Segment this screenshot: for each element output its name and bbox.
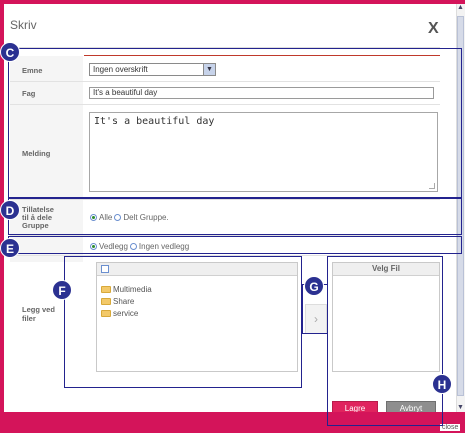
callout-box-d: [8, 198, 462, 235]
close-button[interactable]: X: [428, 20, 439, 38]
files-label: Legg ved filer: [22, 305, 55, 323]
callout-box-e: [8, 236, 462, 254]
callout-marker-d: D: [0, 200, 20, 220]
callout-box-f: [64, 256, 302, 388]
dialog-title: Skriv: [10, 18, 37, 32]
callout-box-h: [327, 256, 443, 426]
scroll-up-icon[interactable]: ▲: [456, 4, 465, 14]
callout-marker-f: F: [52, 280, 72, 300]
close-link[interactable]: close: [440, 424, 461, 431]
callout-marker-g: G: [304, 276, 324, 296]
callout-marker-c: C: [0, 42, 20, 62]
callout-marker-e: E: [0, 238, 20, 258]
callout-box-c: [8, 48, 462, 198]
callout-marker-h: H: [432, 374, 452, 394]
